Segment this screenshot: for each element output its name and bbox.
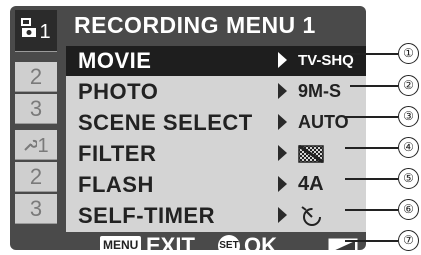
menu-item-value: AUTO bbox=[298, 112, 349, 132]
menu-screen: 1 2 3 1 2 3 RECORDING MENU 1 MOVIE TV-SH… bbox=[10, 6, 366, 250]
menu-item-label: SELF-TIMER bbox=[78, 203, 215, 228]
callout-5: ⑤ bbox=[398, 168, 419, 189]
callout-6: ⑥ bbox=[398, 199, 419, 220]
menu-item-label: MOVIE bbox=[78, 48, 152, 73]
menu-item-movie[interactable]: MOVIE TV-SHQ bbox=[66, 46, 366, 76]
leader-line bbox=[350, 85, 398, 87]
menu-key: MENU bbox=[100, 236, 142, 250]
leader-line bbox=[345, 116, 398, 118]
menu-item-filter[interactable]: FILTER bbox=[66, 139, 366, 169]
menu-item-self-timer[interactable]: SELF-TIMER bbox=[66, 201, 366, 231]
arrow-right-icon bbox=[278, 207, 287, 223]
menu-item-value: 9M-S bbox=[298, 81, 342, 101]
arrow-right-icon bbox=[278, 52, 287, 68]
callout-7: ⑦ bbox=[398, 230, 419, 251]
flash-icon: 4A bbox=[298, 173, 324, 195]
arrow-right-icon bbox=[278, 114, 287, 130]
set-key: SET bbox=[218, 235, 240, 250]
tab-recording-1[interactable]: 1 bbox=[15, 10, 57, 52]
tab-options-3[interactable]: 3 bbox=[15, 194, 57, 224]
menu-item-label: PHOTO bbox=[78, 79, 159, 104]
tab-label: 3 bbox=[29, 196, 43, 221]
tab-label: 1 bbox=[39, 21, 51, 44]
tab-recording-3[interactable]: 3 bbox=[15, 94, 57, 124]
leader-line bbox=[345, 147, 398, 149]
menu-item-scene-select[interactable]: SCENE SELECT AUTO bbox=[66, 108, 366, 138]
menu-item-flash[interactable]: FLASH 4A bbox=[66, 170, 366, 200]
menu-title: RECORDING MENU 1 bbox=[74, 12, 316, 38]
leader-line bbox=[350, 53, 398, 55]
arrow-right-icon bbox=[278, 145, 287, 161]
self-timer-icon bbox=[298, 205, 324, 233]
menu-item-label: FLASH bbox=[78, 172, 154, 197]
arrow-right-icon bbox=[278, 83, 287, 99]
tab-recording-2[interactable]: 2 bbox=[15, 62, 57, 92]
tab-column: 1 2 3 1 2 3 bbox=[10, 6, 66, 250]
callout-4: ④ bbox=[398, 137, 419, 158]
menu-item-value: TV-SHQ bbox=[298, 52, 354, 69]
menu-item-label: SCENE SELECT bbox=[78, 110, 253, 135]
menu-item-photo[interactable]: PHOTO 9M-S bbox=[66, 77, 366, 107]
callout-3: ③ bbox=[398, 106, 419, 127]
tab-label: 2 bbox=[29, 64, 43, 89]
filter-icon bbox=[298, 144, 324, 169]
callout-1: ① bbox=[398, 43, 419, 64]
exit-label[interactable]: EXIT bbox=[146, 233, 195, 250]
tab-options-1[interactable]: 1 bbox=[15, 130, 57, 160]
arrow-right-icon bbox=[278, 176, 287, 192]
tab-label: 3 bbox=[29, 96, 43, 121]
callout-2: ② bbox=[398, 75, 419, 96]
camera-icon bbox=[21, 11, 39, 53]
tab-label: 1 bbox=[37, 135, 49, 157]
tab-label: 2 bbox=[29, 164, 43, 189]
menu-item-label: FILTER bbox=[78, 141, 157, 166]
wrench-icon bbox=[23, 132, 39, 157]
ok-label[interactable]: OK bbox=[244, 233, 277, 250]
footer-bar: MENU EXIT SET OK bbox=[66, 232, 366, 250]
leader-line bbox=[345, 209, 398, 211]
leader-line bbox=[345, 240, 398, 242]
leader-line bbox=[345, 178, 398, 180]
tab-options-2[interactable]: 2 bbox=[15, 162, 57, 192]
